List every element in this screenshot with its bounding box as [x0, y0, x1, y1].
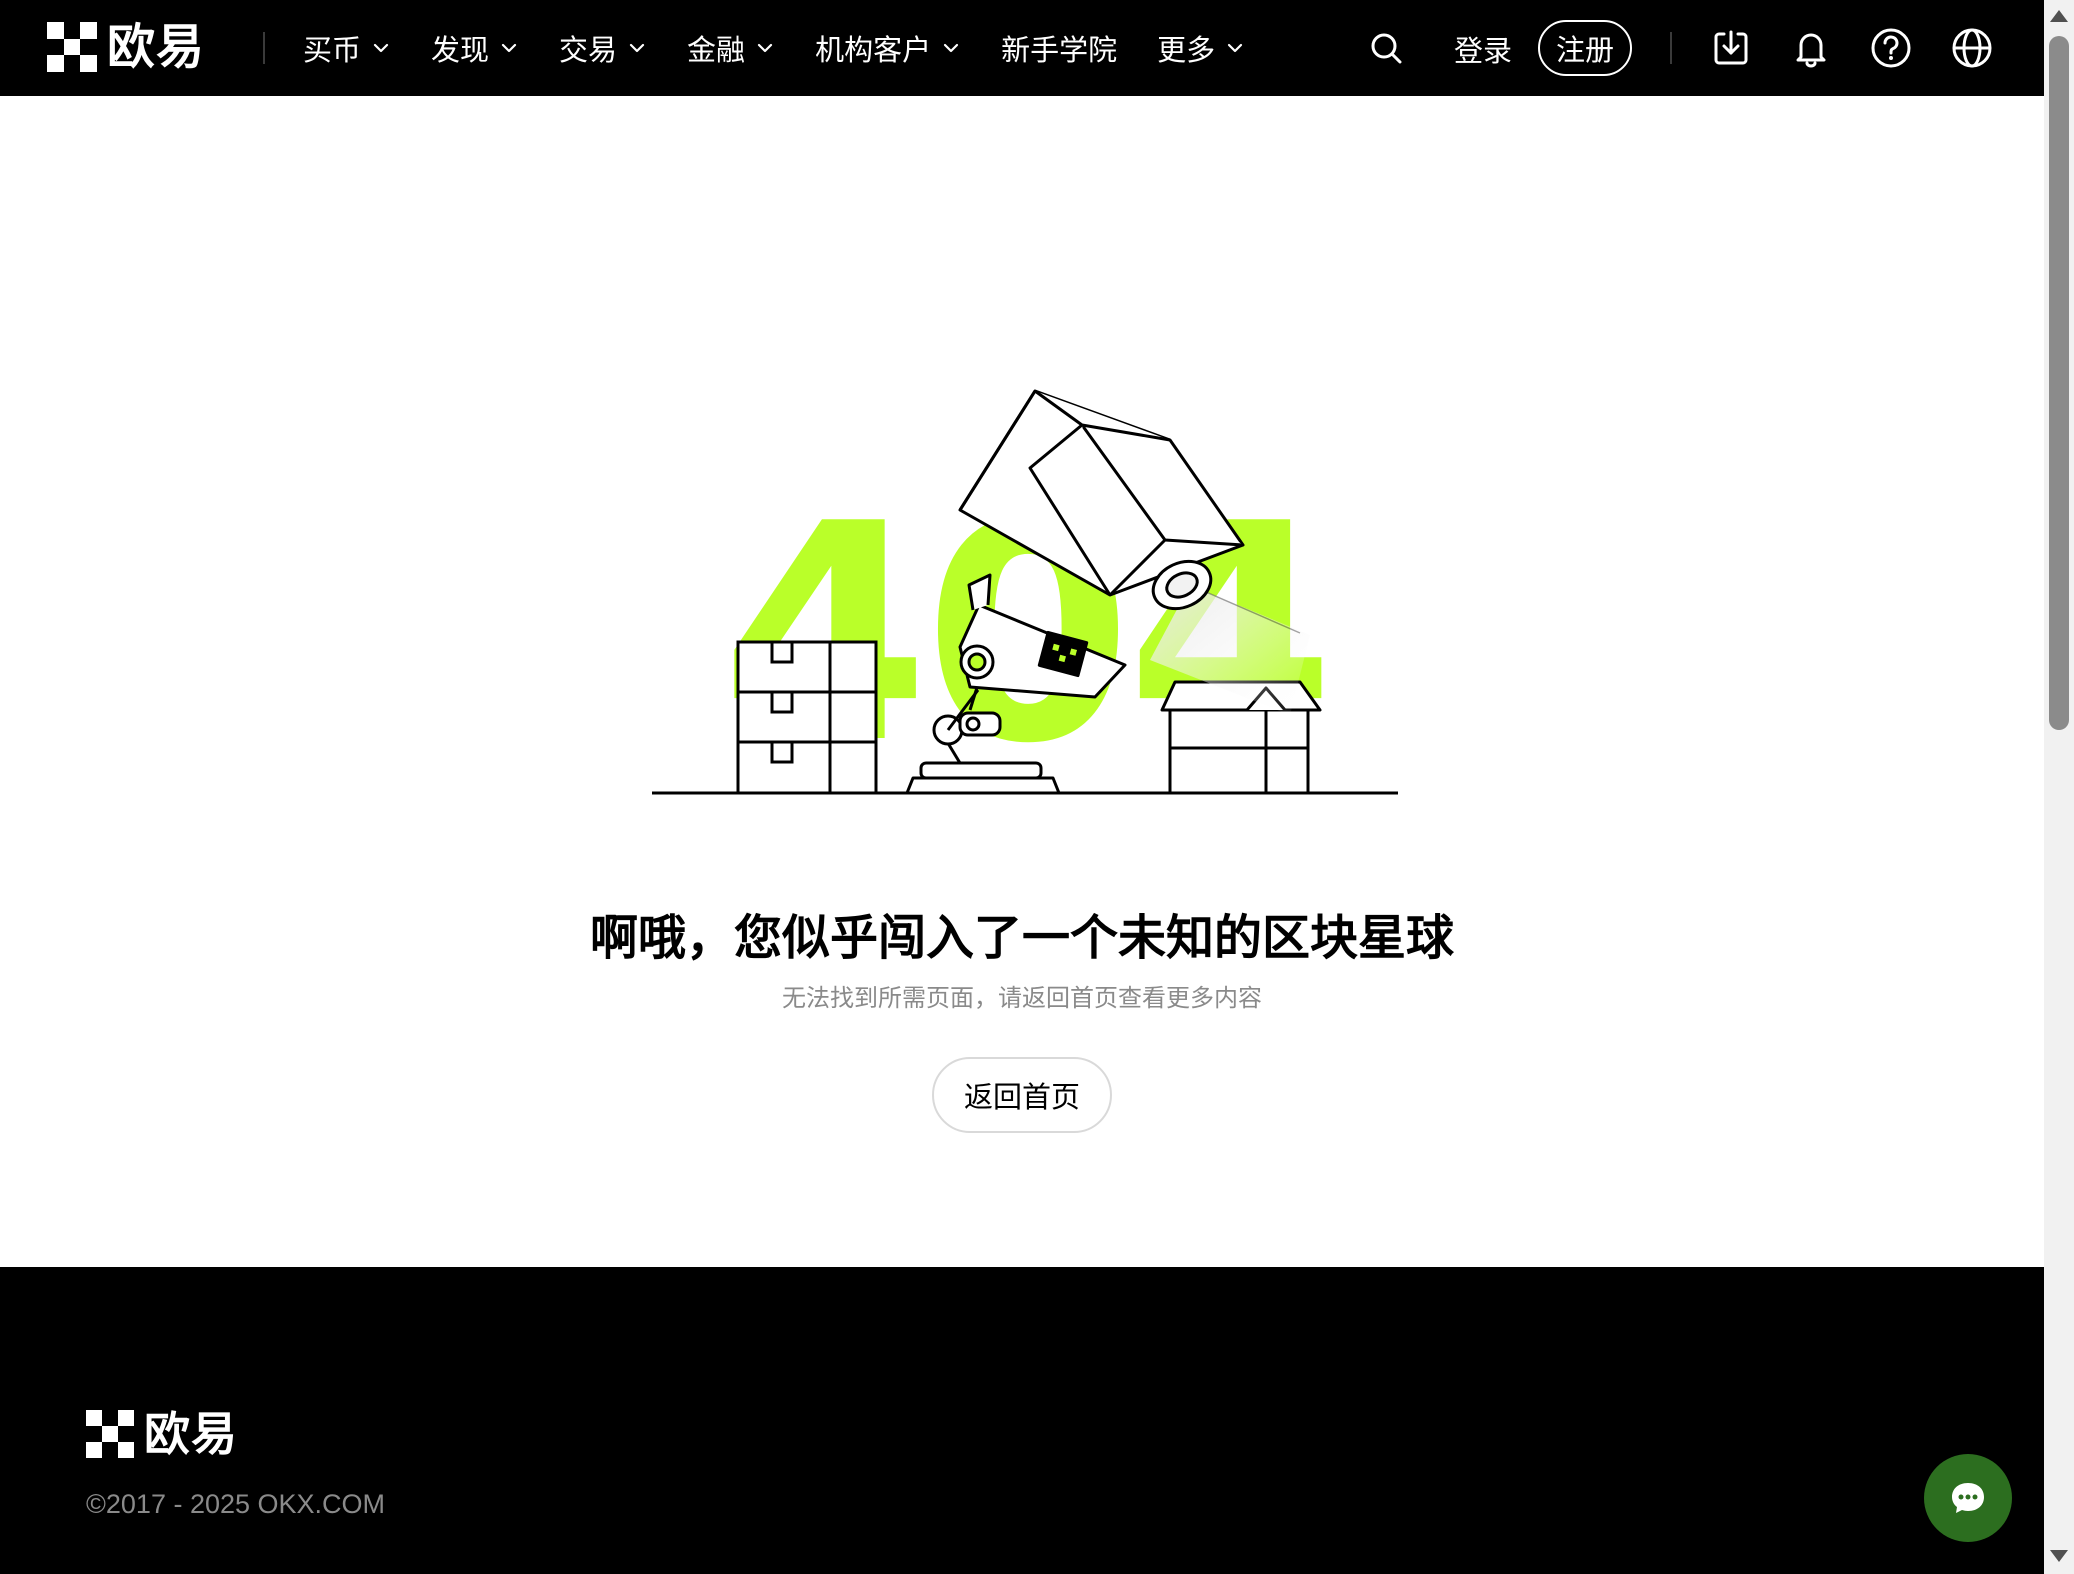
nav-item-label: 发现	[431, 35, 490, 67]
nav-item-label: 更多	[1157, 35, 1216, 67]
error-title: 啊哦，您似乎闯入了一个未知的区块星球	[589, 910, 1454, 966]
chevron-down-icon	[1228, 43, 1243, 53]
main-nav: 买币 发现 交易 金融 机构客户 新手学院 更多	[303, 0, 1285, 96]
footer: 欧易 ©2017 - 2025 OKX.COM	[0, 1267, 2044, 1574]
back-home-button[interactable]: 返回首页	[932, 1057, 1112, 1133]
download-icon[interactable]	[1707, 24, 1755, 72]
nav-item-label: 买币	[303, 35, 362, 67]
footer-brand-name: 欧易	[144, 1407, 238, 1461]
nav-item-3[interactable]: 金融	[687, 27, 775, 69]
nav-item-1[interactable]: 发现	[431, 27, 519, 69]
nav-item-label: 机构客户	[815, 35, 932, 67]
header-divider	[1670, 32, 1672, 64]
header-divider	[263, 32, 265, 64]
scrollbar-thumb[interactable]	[2049, 36, 2069, 730]
globe-icon[interactable]	[1948, 24, 1996, 72]
top-navigation-bar: 欧易 买币 发现 交易 金融 机构客户 新手学院 更多 登录 注册	[0, 0, 2044, 96]
error-subtitle: 无法找到所需页面，请返回首页查看更多内容	[782, 985, 1262, 1012]
chevron-down-icon	[943, 43, 959, 53]
scroll-up-arrow[interactable]	[2050, 10, 2068, 22]
nav-item-0[interactable]: 买币	[303, 27, 391, 69]
help-icon[interactable]	[1867, 24, 1915, 72]
okx-logo-icon	[86, 1410, 134, 1458]
bell-icon[interactable]	[1787, 24, 1835, 72]
register-button[interactable]: 注册	[1538, 20, 1632, 76]
copyright-text: ©2017 - 2025 OKX.COM	[86, 1489, 386, 1519]
footer-logo[interactable]: 欧易	[86, 1410, 238, 1458]
nav-item-label: 交易	[559, 35, 618, 67]
login-link[interactable]: 登录	[1454, 28, 1512, 70]
chat-support-button[interactable]	[1924, 1454, 2012, 1542]
chevron-down-icon	[757, 43, 773, 53]
search-icon[interactable]	[1362, 24, 1410, 72]
chevron-down-icon	[501, 43, 517, 53]
nav-item-label: 金融	[687, 35, 746, 67]
chat-bubble-icon	[1952, 1483, 1984, 1513]
nav-item-5[interactable]: 新手学院	[1001, 27, 1117, 69]
nav-item-4[interactable]: 机构客户	[815, 27, 961, 69]
chevron-down-icon	[373, 43, 389, 53]
nav-item-6[interactable]: 更多	[1157, 27, 1245, 69]
scroll-down-arrow[interactable]	[2050, 1550, 2068, 1562]
brand-name: 欧易	[107, 19, 206, 75]
brand-logo[interactable]: 欧易	[47, 22, 205, 72]
nav-item-2[interactable]: 交易	[559, 27, 647, 69]
chevron-down-icon	[629, 43, 645, 53]
error-404-illustration: 404	[630, 385, 1420, 809]
okx-logo-icon	[47, 22, 97, 72]
nav-item-label: 新手学院	[1001, 35, 1118, 67]
